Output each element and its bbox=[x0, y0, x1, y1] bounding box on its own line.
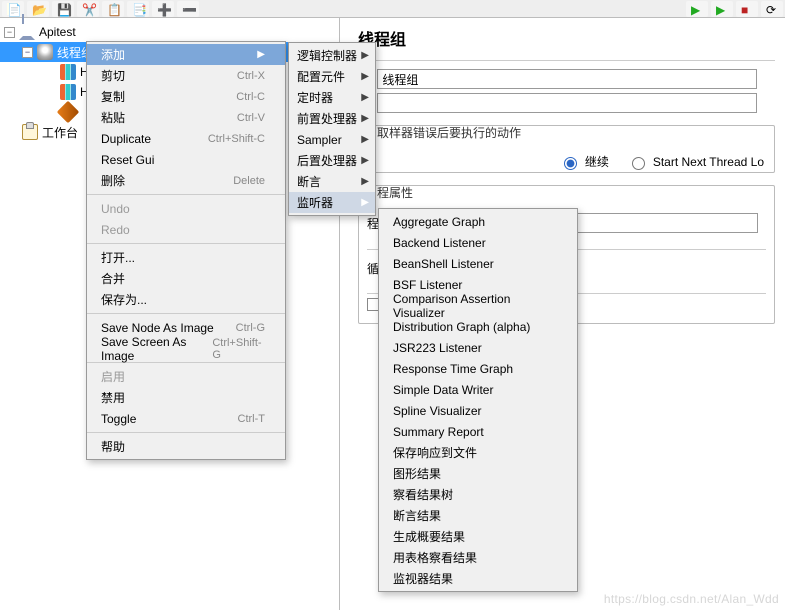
menu-item[interactable]: 保存为... bbox=[87, 289, 285, 310]
flask-icon bbox=[19, 24, 35, 40]
menu-item[interactable]: 生成概要结果 bbox=[379, 526, 577, 547]
menu-item[interactable]: Backend Listener bbox=[379, 232, 577, 253]
menu-item[interactable]: BeanShell Listener bbox=[379, 253, 577, 274]
fieldset-label: 取样器错误后要执行的动作 bbox=[373, 126, 525, 140]
menu-item[interactable]: 粘贴Ctrl-V bbox=[87, 107, 285, 128]
menu-item[interactable]: Simple Data Writer bbox=[379, 379, 577, 400]
menu-item[interactable]: 禁用 bbox=[87, 387, 285, 408]
menu-item[interactable]: 配置元件▶ bbox=[289, 66, 375, 87]
menu-item: Undo bbox=[87, 198, 285, 219]
menu-item[interactable]: 前置处理器▶ bbox=[289, 108, 375, 129]
toolbar-button[interactable]: ▶ bbox=[711, 1, 733, 17]
radio-label: Start Next Thread Lo bbox=[653, 155, 764, 169]
toolbar-button[interactable]: ➖ bbox=[177, 1, 199, 17]
clipboard-icon bbox=[22, 124, 38, 140]
tree-label: 工作台 bbox=[42, 124, 78, 141]
panel-title: 线程组 bbox=[358, 26, 775, 50]
collapse-icon[interactable]: − bbox=[4, 27, 15, 38]
toolbar-button[interactable]: ▶ bbox=[686, 1, 708, 17]
name-input[interactable] bbox=[377, 69, 757, 89]
menu-item[interactable]: 监视器结果 bbox=[379, 568, 577, 589]
toolbar-button[interactable]: 📄 bbox=[2, 1, 24, 17]
menu-item: Redo bbox=[87, 219, 285, 240]
watermark: https://blog.csdn.net/Alan_Wdd bbox=[604, 592, 779, 606]
submenu-add: 逻辑控制器▶配置元件▶定时器▶前置处理器▶Sampler▶后置处理器▶断言▶监听… bbox=[288, 42, 376, 216]
menu-item[interactable]: 断言结果 bbox=[379, 505, 577, 526]
toolbar-button[interactable]: 📂 bbox=[27, 1, 49, 17]
radio-input[interactable] bbox=[564, 157, 577, 170]
fieldset-label: 程属性 bbox=[373, 186, 417, 200]
menu-item[interactable]: 帮助 bbox=[87, 436, 285, 457]
radio-row: 继续 Start Next Thread Lo bbox=[367, 149, 766, 174]
menu-item[interactable]: Reset Gui bbox=[87, 149, 285, 170]
context-menu: 添加▶剪切Ctrl-X复制Ctrl-C粘贴Ctrl-VDuplicateCtrl… bbox=[86, 41, 286, 460]
wrench-icon bbox=[57, 101, 80, 124]
menu-item[interactable]: 合并 bbox=[87, 268, 285, 289]
menu-item[interactable]: 监听器▶ bbox=[289, 192, 375, 213]
menu-item[interactable]: 保存响应到文件 bbox=[379, 442, 577, 463]
menu-item[interactable]: 用表格察看结果 bbox=[379, 547, 577, 568]
menu-item[interactable]: Response Time Graph bbox=[379, 358, 577, 379]
menu-item[interactable]: JSR223 Listener bbox=[379, 337, 577, 358]
menu-item[interactable]: 删除Delete bbox=[87, 170, 285, 191]
menu-item[interactable]: Sampler▶ bbox=[289, 129, 375, 150]
toolbar: 📄 📂 💾 ✂️ 📋 📑 ➕ ➖ ▶ ▶ ■ ⟳ bbox=[0, 0, 785, 18]
menu-item[interactable]: 复制Ctrl-C bbox=[87, 86, 285, 107]
comment-input[interactable] bbox=[377, 93, 757, 113]
http-request-icon bbox=[60, 64, 76, 80]
threadgroup-icon bbox=[37, 44, 53, 60]
toolbar-button[interactable]: ➕ bbox=[152, 1, 174, 17]
toolbar-button[interactable]: 📋 bbox=[102, 1, 124, 17]
menu-item[interactable]: Save Screen As ImageCtrl+Shift-G bbox=[87, 338, 285, 359]
toolbar-button[interactable]: 📑 bbox=[127, 1, 149, 17]
menu-item[interactable]: Spline Visualizer bbox=[379, 400, 577, 421]
tree-node-testplan[interactable]: − Apitest bbox=[0, 22, 339, 42]
name-row: 称: bbox=[358, 69, 775, 89]
menu-item[interactable]: DuplicateCtrl+Shift-C bbox=[87, 128, 285, 149]
menu-item[interactable]: Aggregate Graph bbox=[379, 211, 577, 232]
menu-item[interactable]: Comparison Assertion Visualizer bbox=[379, 295, 577, 316]
menu-item[interactable]: 打开... bbox=[87, 247, 285, 268]
menu-item[interactable]: ToggleCtrl-T bbox=[87, 408, 285, 429]
menu-item[interactable]: 添加▶ bbox=[87, 44, 285, 65]
menu-item[interactable]: 图形结果 bbox=[379, 463, 577, 484]
menu-item[interactable]: 察看结果树 bbox=[379, 484, 577, 505]
toolbar-button[interactable]: ✂️ bbox=[77, 1, 99, 17]
http-request-icon bbox=[60, 84, 76, 100]
menu-item[interactable]: 定时器▶ bbox=[289, 87, 375, 108]
menu-item: 启用 bbox=[87, 366, 285, 387]
menu-item[interactable]: 逻辑控制器▶ bbox=[289, 45, 375, 66]
comment-row: 释: bbox=[358, 93, 775, 113]
menu-item[interactable]: 后置处理器▶ bbox=[289, 150, 375, 171]
radio-continue[interactable]: 继续 bbox=[559, 153, 609, 170]
collapse-icon[interactable]: − bbox=[22, 47, 33, 58]
menu-item[interactable]: 剪切Ctrl-X bbox=[87, 65, 285, 86]
radio-startnext[interactable]: Start Next Thread Lo bbox=[627, 153, 764, 170]
menu-item[interactable]: 断言▶ bbox=[289, 171, 375, 192]
radio-input[interactable] bbox=[632, 157, 645, 170]
separator bbox=[358, 60, 775, 61]
menu-item[interactable]: Summary Report bbox=[379, 421, 577, 442]
sampler-error-fieldset: 取样器错误后要执行的动作 继续 Start Next Thread Lo bbox=[358, 125, 775, 173]
submenu-listeners: Aggregate GraphBackend ListenerBeanShell… bbox=[378, 208, 578, 592]
toolbar-button[interactable]: ⟳ bbox=[761, 1, 783, 17]
radio-label: 继续 bbox=[585, 153, 609, 170]
toolbar-button[interactable]: 💾 bbox=[52, 1, 74, 17]
toolbar-button[interactable]: ■ bbox=[736, 1, 758, 17]
tree-label: Apitest bbox=[39, 25, 76, 39]
